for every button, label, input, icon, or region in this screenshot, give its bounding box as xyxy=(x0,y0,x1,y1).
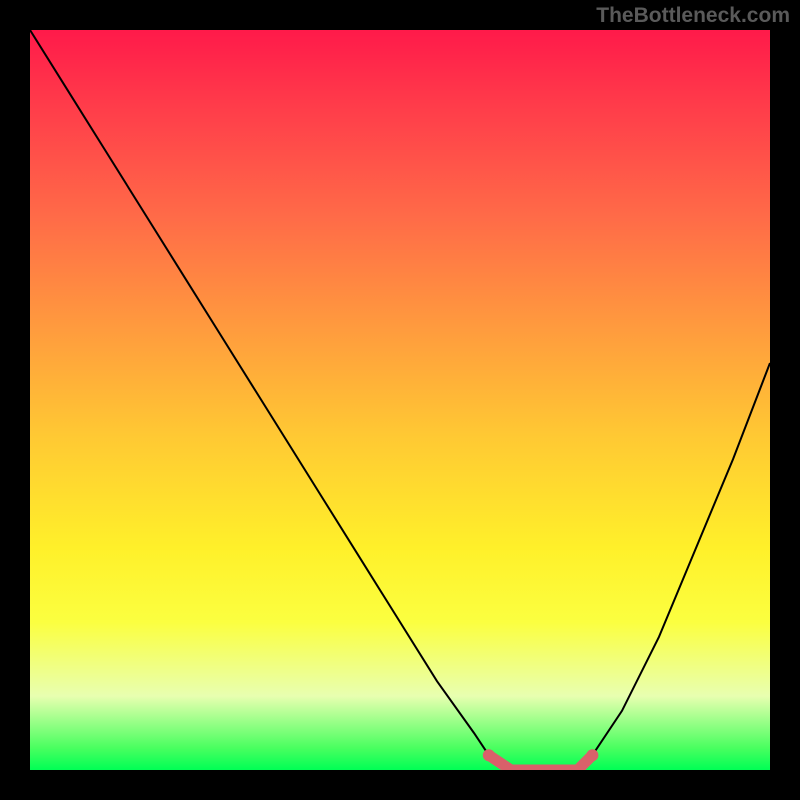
chart-svg xyxy=(30,30,770,770)
optimal-highlight-path xyxy=(489,755,593,770)
watermark-text: TheBottleneck.com xyxy=(596,4,790,28)
highlight-start-dot xyxy=(483,749,495,761)
highlight-end-dot xyxy=(586,749,598,761)
bottleneck-curve-path xyxy=(30,30,770,770)
plot-area xyxy=(30,30,770,770)
